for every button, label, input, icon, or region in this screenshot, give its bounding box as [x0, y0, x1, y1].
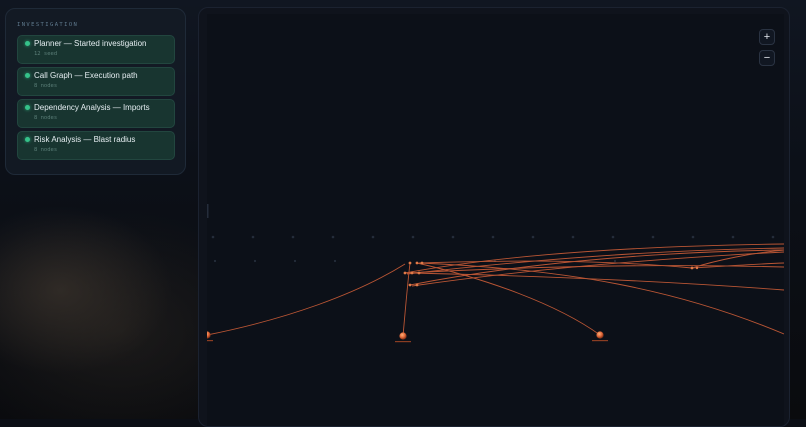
status-dot-icon: [25, 73, 30, 78]
investigation-step-call-graph[interactable]: Call Graph — Execution path 8 nodes: [17, 67, 175, 96]
graph-edge: [207, 263, 406, 336]
investigation-step-risk-analysis[interactable]: Risk Analysis — Blast radius 8 nodes: [17, 131, 175, 160]
step-title: Dependency Analysis — Imports: [34, 103, 150, 112]
step-subtitle: 8 nodes: [34, 115, 58, 121]
step-subtitle: 8 nodes: [34, 147, 58, 153]
step-subtitle: 12 seed: [34, 51, 58, 57]
investigation-panel: INVESTIGATION Planner — Started investig…: [5, 8, 186, 175]
status-dot-icon: [25, 137, 30, 142]
status-dot-icon: [25, 41, 30, 46]
dependency-graph: [207, 204, 784, 343]
step-title: Call Graph — Execution path: [34, 71, 138, 80]
graph-node[interactable]: [592, 331, 608, 342]
graph-edge: [406, 265, 784, 274]
status-dot-icon: [25, 105, 30, 110]
graph-node[interactable]: [395, 332, 411, 343]
investigation-step-planner[interactable]: Planner — Started investigation 12 seed: [17, 35, 175, 64]
zoom-in-button[interactable]: +: [759, 29, 775, 45]
graph-edges: [207, 243, 784, 337]
panel-title: INVESTIGATION: [17, 22, 79, 28]
step-title: Risk Analysis — Blast radius: [34, 135, 136, 144]
step-title: Planner — Started investigation: [34, 39, 147, 48]
zoom-out-button[interactable]: −: [759, 50, 775, 66]
graph-canvas[interactable]: + −: [207, 14, 784, 426]
graph-node[interactable]: [207, 331, 213, 342]
step-subtitle: 8 nodes: [34, 83, 58, 89]
graph-canvas-frame: + −: [198, 7, 790, 427]
investigation-step-dependency-analysis[interactable]: Dependency Analysis — Imports 8 nodes: [17, 99, 175, 128]
